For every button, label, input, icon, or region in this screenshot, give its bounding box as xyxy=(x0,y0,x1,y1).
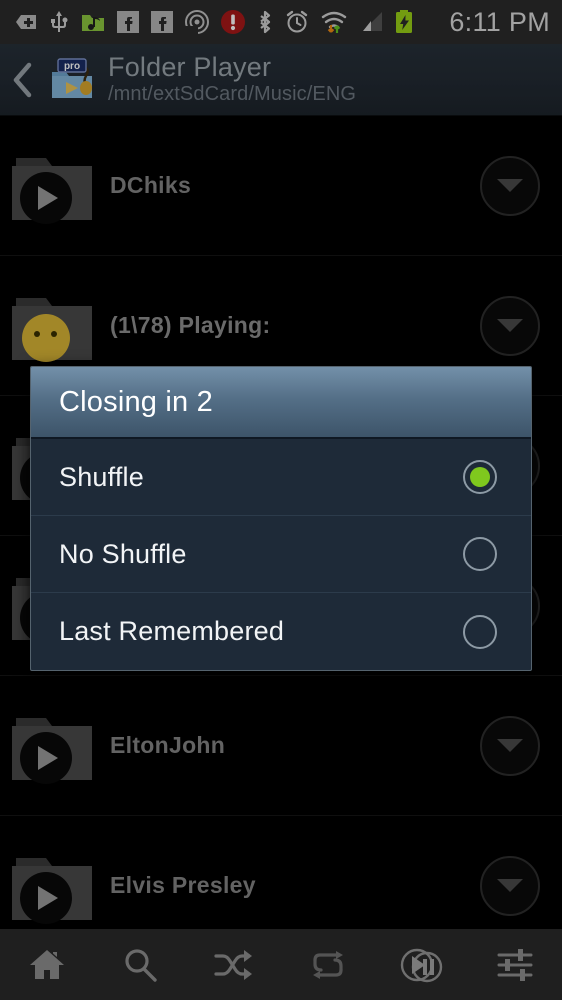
list-item[interactable]: EltonJohn xyxy=(0,676,562,816)
status-bar: 6:11 PM xyxy=(0,0,562,44)
list-item-label: (1\78) Playing: xyxy=(110,312,271,338)
list-item[interactable]: DChiks xyxy=(0,116,562,256)
dialog-option-label: Last Remembered xyxy=(59,616,285,646)
list-item-label: Elvis Presley xyxy=(110,872,256,898)
dialog-option-last-remembered[interactable]: Last Remembered xyxy=(31,593,531,670)
battery-charging-icon xyxy=(394,9,414,35)
list-item-menu-button[interactable] xyxy=(480,715,540,776)
breadcrumb-path: /mnt/extSdCard/Music/ENG xyxy=(108,83,357,106)
list-item-menu-button[interactable] xyxy=(480,855,540,916)
page-title: Folder Player xyxy=(108,52,272,83)
list-item-menu-button[interactable] xyxy=(480,155,540,216)
list-item-label: DChiks xyxy=(110,172,192,198)
wifi-transfer-icon xyxy=(320,9,348,35)
status-bar-clock: 6:11 PM xyxy=(449,6,550,37)
play-pause-icon xyxy=(401,948,443,982)
usb-icon xyxy=(48,9,70,35)
chevron-left-icon xyxy=(13,62,32,97)
folder-play-icon xyxy=(6,836,110,929)
radio-button-no-shuffle[interactable] xyxy=(463,537,497,571)
alert-icon xyxy=(220,9,246,35)
facebook-icon xyxy=(150,10,174,34)
chevron-down-icon xyxy=(497,739,523,752)
search-icon xyxy=(125,948,158,982)
folder-play-icon xyxy=(6,136,110,236)
music-folder-icon xyxy=(80,10,106,34)
folder-playing-icon xyxy=(6,276,110,376)
nav-shuffle-button[interactable] xyxy=(194,929,274,1000)
app-logo-icon: pro xyxy=(46,54,98,106)
chevron-down-icon xyxy=(497,879,523,892)
alarm-icon xyxy=(284,9,310,35)
dialog-option-shuffle[interactable]: Shuffle xyxy=(31,439,531,516)
radio-button-last-remembered[interactable] xyxy=(463,614,497,649)
shuffle-icon xyxy=(214,949,253,980)
folder-play-icon xyxy=(6,696,110,796)
nfc-icon xyxy=(184,9,210,35)
svg-text:pro: pro xyxy=(64,61,80,72)
chevron-down-icon xyxy=(497,179,523,192)
nav-play-pause-button[interactable] xyxy=(381,929,461,1000)
list-item[interactable]: Elvis Presley xyxy=(0,816,562,928)
header-text-block: Folder Player /mnt/extSdCard/Music/ENG xyxy=(108,52,357,106)
radio-button-shuffle[interactable] xyxy=(463,460,497,494)
nav-repeat-button[interactable] xyxy=(288,929,368,1000)
dialog-option-no-shuffle[interactable]: No Shuffle xyxy=(31,516,531,593)
bottom-navigation-bar xyxy=(0,928,562,1000)
list-item-menu-button[interactable] xyxy=(480,295,540,356)
app-screen: 6:11 PM pro Folder Player /mnt/extSdCard… xyxy=(0,0,562,1000)
bluetooth-icon xyxy=(256,9,274,35)
equalizer-icon xyxy=(497,948,533,981)
list-item-label: EltonJohn xyxy=(110,732,226,758)
nav-home-button[interactable] xyxy=(7,929,87,1000)
facebook-icon xyxy=(116,10,140,34)
dialog-title: Closing in 2 xyxy=(59,385,213,418)
nav-search-button[interactable] xyxy=(100,929,180,1000)
radio-dot-icon xyxy=(470,467,490,487)
repeat-icon xyxy=(312,950,343,979)
dialog-option-label: No Shuffle xyxy=(59,538,187,569)
signal-bars-icon xyxy=(358,10,384,34)
home-icon xyxy=(29,949,64,979)
action-bar: pro Folder Player /mnt/extSdCard/Music/E… xyxy=(0,44,562,116)
nav-equalizer-button[interactable] xyxy=(475,929,555,1000)
download-tag-icon xyxy=(14,10,38,34)
dialog-option-label: Shuffle xyxy=(59,461,144,492)
back-button[interactable] xyxy=(0,44,46,116)
chevron-down-icon xyxy=(497,319,523,332)
shuffle-mode-dialog: Closing in 2 Shuffle No Shuffle Last Rem… xyxy=(30,366,532,671)
dialog-header: Closing in 2 xyxy=(31,367,531,439)
